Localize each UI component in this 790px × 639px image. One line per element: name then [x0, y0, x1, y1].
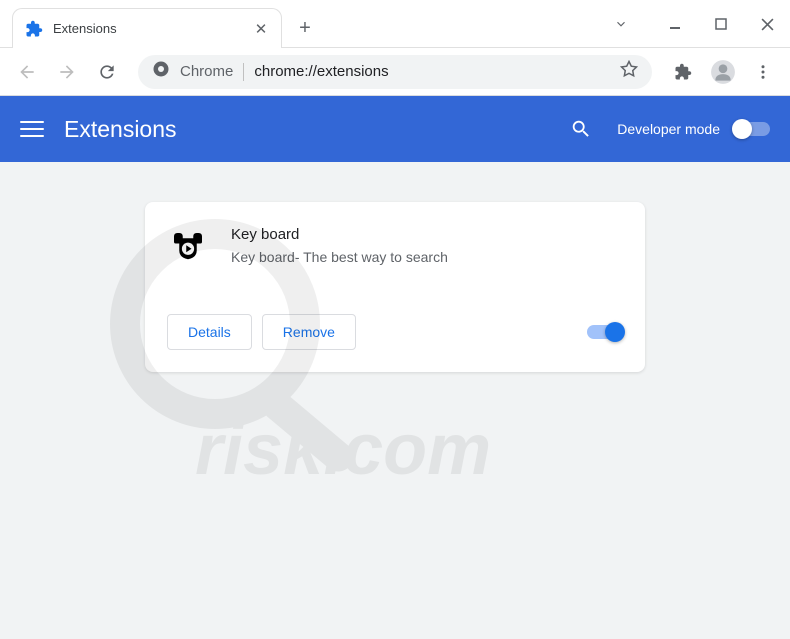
extensions-header: Extensions Developer mode — [0, 96, 790, 162]
toggle-knob — [605, 322, 625, 342]
toggle-knob — [732, 119, 752, 139]
forward-button[interactable] — [50, 55, 84, 89]
extension-info: Key board Key board- The best way to sea… — [231, 226, 623, 268]
extensions-content: Key board Key board- The best way to sea… — [0, 162, 790, 639]
chevron-down-icon[interactable] — [598, 8, 644, 40]
profile-avatar-button[interactable] — [706, 55, 740, 89]
bookmark-star-icon[interactable] — [620, 60, 638, 83]
window-controls — [598, 0, 790, 48]
extension-icon — [167, 226, 209, 268]
remove-button[interactable]: Remove — [262, 314, 356, 350]
kebab-menu-button[interactable] — [746, 55, 780, 89]
page-title: Extensions — [64, 116, 569, 143]
developer-mode-toggle[interactable] — [734, 122, 770, 136]
extension-enable-toggle[interactable] — [587, 325, 623, 339]
extension-description: Key board- The best way to search — [231, 249, 623, 265]
developer-mode-label: Developer mode — [617, 121, 720, 137]
browser-tab[interactable]: Extensions ✕ — [12, 8, 282, 48]
extension-card-header: Key board Key board- The best way to sea… — [167, 226, 623, 268]
maximize-button[interactable] — [698, 8, 744, 40]
extension-name: Key board — [231, 226, 623, 243]
chrome-logo-icon — [152, 60, 170, 83]
omnibox[interactable]: Chrome chrome://extensions — [138, 55, 652, 89]
reload-button[interactable] — [90, 55, 124, 89]
hamburger-menu-icon[interactable] — [20, 117, 44, 141]
extensions-toolbar-button[interactable] — [666, 55, 700, 89]
search-icon[interactable] — [569, 117, 593, 141]
address-bar: Chrome chrome://extensions — [0, 48, 790, 96]
omnibox-url: chrome://extensions — [254, 63, 610, 80]
tab-title: Extensions — [53, 21, 253, 36]
minimize-button[interactable] — [652, 8, 698, 40]
omnibox-prefix: Chrome — [180, 63, 244, 81]
extension-card: Key board Key board- The best way to sea… — [145, 202, 645, 372]
window-titlebar: Extensions ✕ + — [0, 0, 790, 48]
back-button[interactable] — [10, 55, 44, 89]
puzzle-icon — [25, 20, 43, 38]
close-window-button[interactable] — [744, 8, 790, 40]
close-tab-icon[interactable]: ✕ — [253, 21, 269, 37]
new-tab-button[interactable]: + — [290, 13, 320, 43]
details-button[interactable]: Details — [167, 314, 252, 350]
extension-card-footer: Details Remove — [167, 314, 623, 350]
